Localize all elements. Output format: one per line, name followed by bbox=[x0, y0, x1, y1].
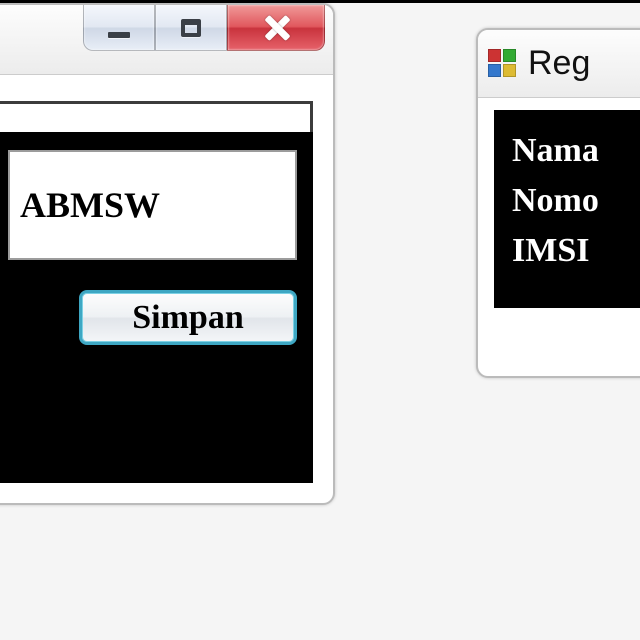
close-icon bbox=[262, 14, 290, 42]
save-button-label: Simpan bbox=[132, 299, 244, 337]
app-icon bbox=[488, 49, 518, 79]
titlebar-left bbox=[0, 5, 333, 75]
save-button[interactable]: Simpan bbox=[79, 290, 297, 345]
window-title-right: Reg bbox=[528, 44, 590, 83]
close-button[interactable] bbox=[227, 5, 325, 51]
minimize-button[interactable] bbox=[83, 5, 155, 51]
minimize-icon bbox=[108, 32, 130, 38]
maximize-button[interactable] bbox=[155, 5, 227, 51]
code-input[interactable]: ABMSW bbox=[8, 150, 297, 260]
label-imsi: IMSI bbox=[512, 232, 640, 270]
window-left: ABMSW Simpan bbox=[0, 3, 335, 505]
inner-panel-right: Nama Nomo IMSI bbox=[494, 110, 640, 308]
label-nomor: Nomo bbox=[512, 182, 640, 220]
code-input-value: ABMSW bbox=[20, 184, 160, 226]
maximize-icon bbox=[181, 19, 201, 37]
caption-buttons bbox=[83, 5, 325, 51]
client-area-left: ABMSW Simpan bbox=[0, 101, 313, 483]
label-nama: Nama bbox=[512, 132, 640, 170]
window-right: Reg Nama Nomo IMSI bbox=[476, 28, 640, 378]
inner-panel-left: ABMSW Simpan bbox=[0, 132, 313, 483]
titlebar-right: Reg bbox=[478, 30, 640, 98]
